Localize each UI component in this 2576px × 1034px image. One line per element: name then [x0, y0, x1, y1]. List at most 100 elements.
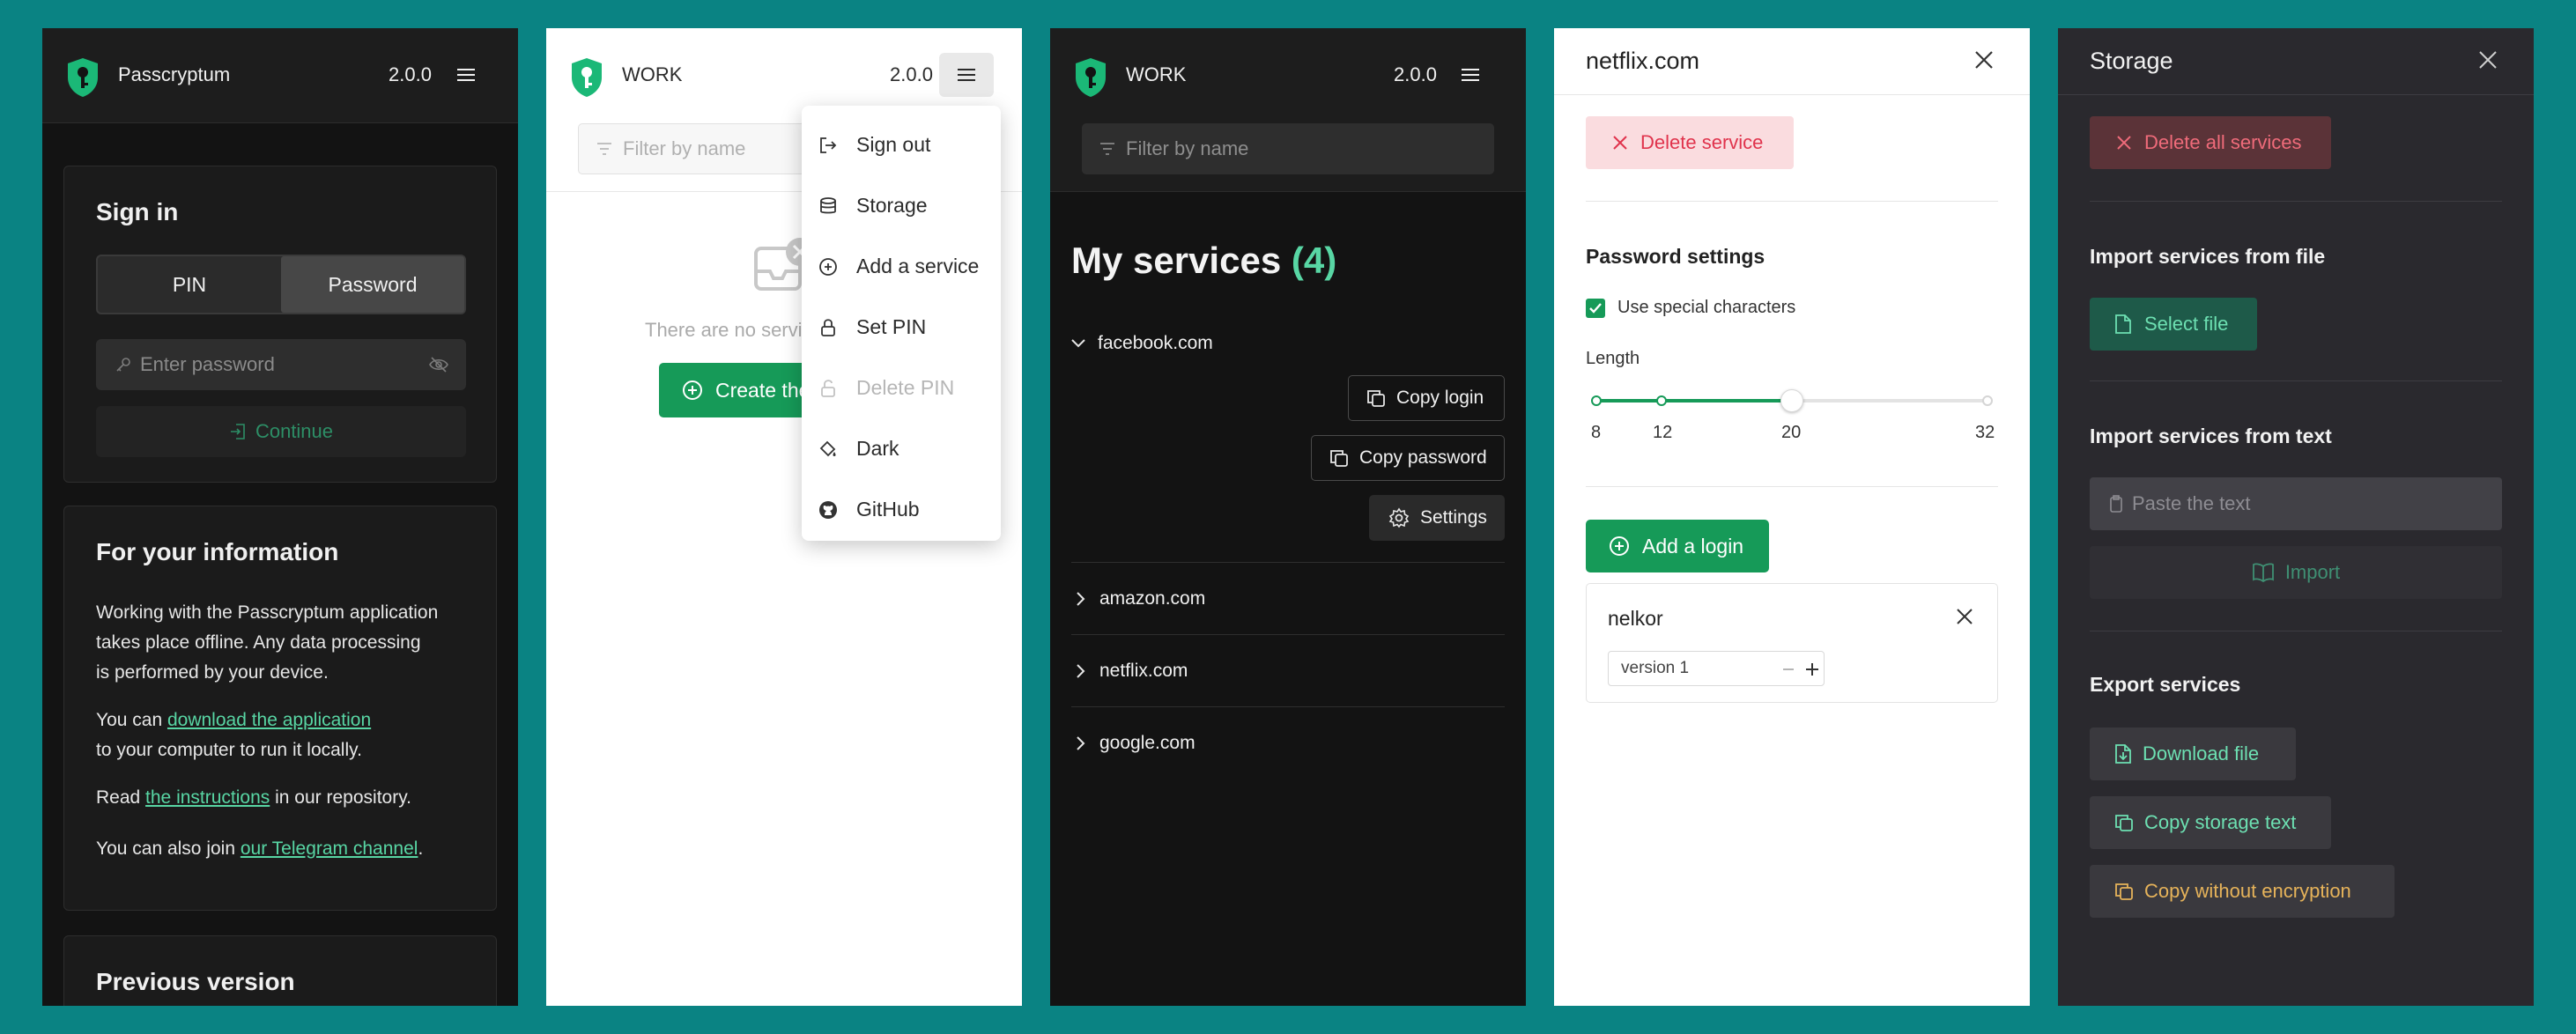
info-text: You can also join [96, 838, 241, 859]
github-icon [818, 499, 839, 521]
delete-all-services-button[interactable]: Delete all services [2090, 116, 2331, 169]
shield-key-icon [68, 58, 98, 97]
storage-title: Storage [2090, 48, 2173, 74]
close-icon[interactable] [2477, 49, 2498, 70]
special-chars-option[interactable]: Use special characters [1586, 298, 1795, 318]
minus-icon[interactable] [1781, 663, 1795, 676]
clipboard-icon [2110, 495, 2122, 513]
settings-label: Settings [1420, 507, 1487, 528]
continue-button[interactable]: Continue [96, 406, 466, 457]
menu-button[interactable] [1443, 53, 1498, 97]
info-text: to your computer to run it locally. [96, 740, 362, 760]
info-card: For your information Working with the Pa… [63, 506, 497, 911]
menu-item-label: Dark [856, 437, 899, 460]
filter-input[interactable]: Filter by name [1082, 123, 1494, 174]
menu-item-label: GitHub [856, 498, 920, 521]
shield-key-icon [1076, 58, 1106, 97]
import-button[interactable]: Import [2090, 546, 2502, 599]
header: Storage [2058, 28, 2534, 95]
version-stepper[interactable]: version 1 [1608, 651, 1825, 686]
service-netflix[interactable]: netflix.com [1071, 634, 1505, 706]
slider-handle[interactable] [1780, 389, 1803, 412]
service-name: google.com [1099, 732, 1195, 753]
length-ticks: 8 12 20 32 [1554, 423, 2030, 449]
length-tick: 8 [1591, 423, 1602, 442]
download-app-link[interactable]: download the application [167, 710, 371, 730]
menu-item-sign-out[interactable]: Sign out [802, 114, 1001, 175]
menu-item-add-service[interactable]: Add a service [802, 236, 1001, 297]
copy-icon [1330, 450, 1348, 467]
menu-item-github[interactable]: GitHub [802, 479, 1001, 540]
hamburger-icon [1462, 74, 1479, 76]
tab-pin[interactable]: PIN [98, 256, 281, 313]
create-service-label: Create the [715, 378, 811, 402]
telegram-link[interactable]: our Telegram channel [241, 838, 418, 859]
shield-key-icon [572, 58, 602, 97]
menu-button[interactable] [439, 53, 493, 97]
services-count: (4) [1291, 240, 1337, 281]
book-icon [2252, 563, 2274, 582]
services-heading-text: My services [1071, 240, 1282, 281]
checkbox[interactable] [1586, 298, 1605, 318]
length-tick: 20 [1781, 423, 1802, 442]
select-file-button[interactable]: Select file [2090, 298, 2257, 351]
delete-service-button[interactable]: Delete service [1586, 116, 1794, 169]
length-tick: 32 [1975, 423, 1995, 442]
copy-password-button[interactable]: Copy password [1311, 435, 1505, 481]
copy-without-encryption-button[interactable]: Copy without encryption [2090, 865, 2395, 918]
service-title: netflix.com [1586, 48, 1700, 74]
profile-name: WORK [1126, 63, 1187, 85]
download-file-label: Download file [2143, 742, 2260, 764]
slider-dot [1982, 395, 1993, 406]
menu-item-set-pin[interactable]: Set PIN [802, 297, 1001, 358]
service-facebook[interactable]: facebook.com [1071, 333, 1213, 354]
header: Passcryptum 2.0.0 [42, 28, 518, 123]
info-paragraph-4: You can also join our Telegram channel. [96, 834, 423, 864]
remove-login-icon[interactable] [1955, 607, 1974, 626]
instructions-link[interactable]: the instructions [145, 787, 270, 808]
copy-icon [1367, 390, 1385, 407]
menu-item-storage[interactable]: Storage [802, 175, 1001, 236]
length-tick: 12 [1653, 423, 1673, 442]
service-amazon[interactable]: amazon.com [1071, 562, 1505, 634]
service-google[interactable]: google.com [1071, 706, 1505, 779]
info-paragraph-3: Read the instructions in our repository. [96, 783, 411, 813]
plus-icon[interactable] [1804, 661, 1820, 677]
menu-item-dark[interactable]: Dark [802, 418, 1001, 479]
copy-storage-text-button[interactable]: Copy storage text [2090, 796, 2331, 849]
filter-icon [1100, 143, 1114, 155]
chevron-right-icon [1077, 591, 1085, 606]
gear-icon [1388, 507, 1410, 528]
copy-icon [2115, 815, 2133, 831]
length-slider[interactable] [1586, 388, 1998, 414]
copy-without-encryption-label: Copy without encryption [2144, 880, 2351, 902]
copy-login-button[interactable]: Copy login [1348, 375, 1505, 421]
close-icon[interactable] [1973, 49, 1995, 70]
export-title: Export services [2090, 673, 2241, 696]
info-title: For your information [96, 538, 339, 565]
chevron-down-icon [1071, 339, 1085, 348]
paste-text-input[interactable]: Paste the text [2090, 477, 2502, 530]
eye-off-icon[interactable] [429, 356, 448, 373]
version-value: version 1 [1621, 659, 1690, 677]
add-login-button[interactable]: Add a login [1586, 520, 1769, 572]
service-settings-panel: netflix.com Delete service Password sett… [1554, 28, 2030, 1006]
menu-item-label: Sign out [856, 133, 931, 156]
settings-button[interactable]: Settings [1369, 495, 1505, 541]
info-line: is performed by your device. [96, 662, 329, 683]
previous-version-card[interactable]: Previous version [63, 935, 497, 1006]
download-file-button[interactable]: Download file [2090, 727, 2296, 780]
import-label: Import [2284, 561, 2341, 583]
password-field[interactable]: Enter password [96, 339, 466, 390]
chevron-right-icon [1077, 663, 1085, 678]
divider [1586, 486, 1998, 487]
close-icon [1613, 136, 1627, 150]
menu-button[interactable] [939, 53, 994, 97]
service-name: facebook.com [1098, 333, 1213, 353]
special-chars-label: Use special characters [1617, 298, 1796, 317]
plus-circle-icon [683, 380, 702, 400]
tab-password[interactable]: Password [281, 256, 464, 313]
info-text: in our repository. [270, 787, 411, 808]
download-file-icon [2115, 744, 2131, 764]
delete-service-label: Delete service [1640, 131, 1764, 153]
